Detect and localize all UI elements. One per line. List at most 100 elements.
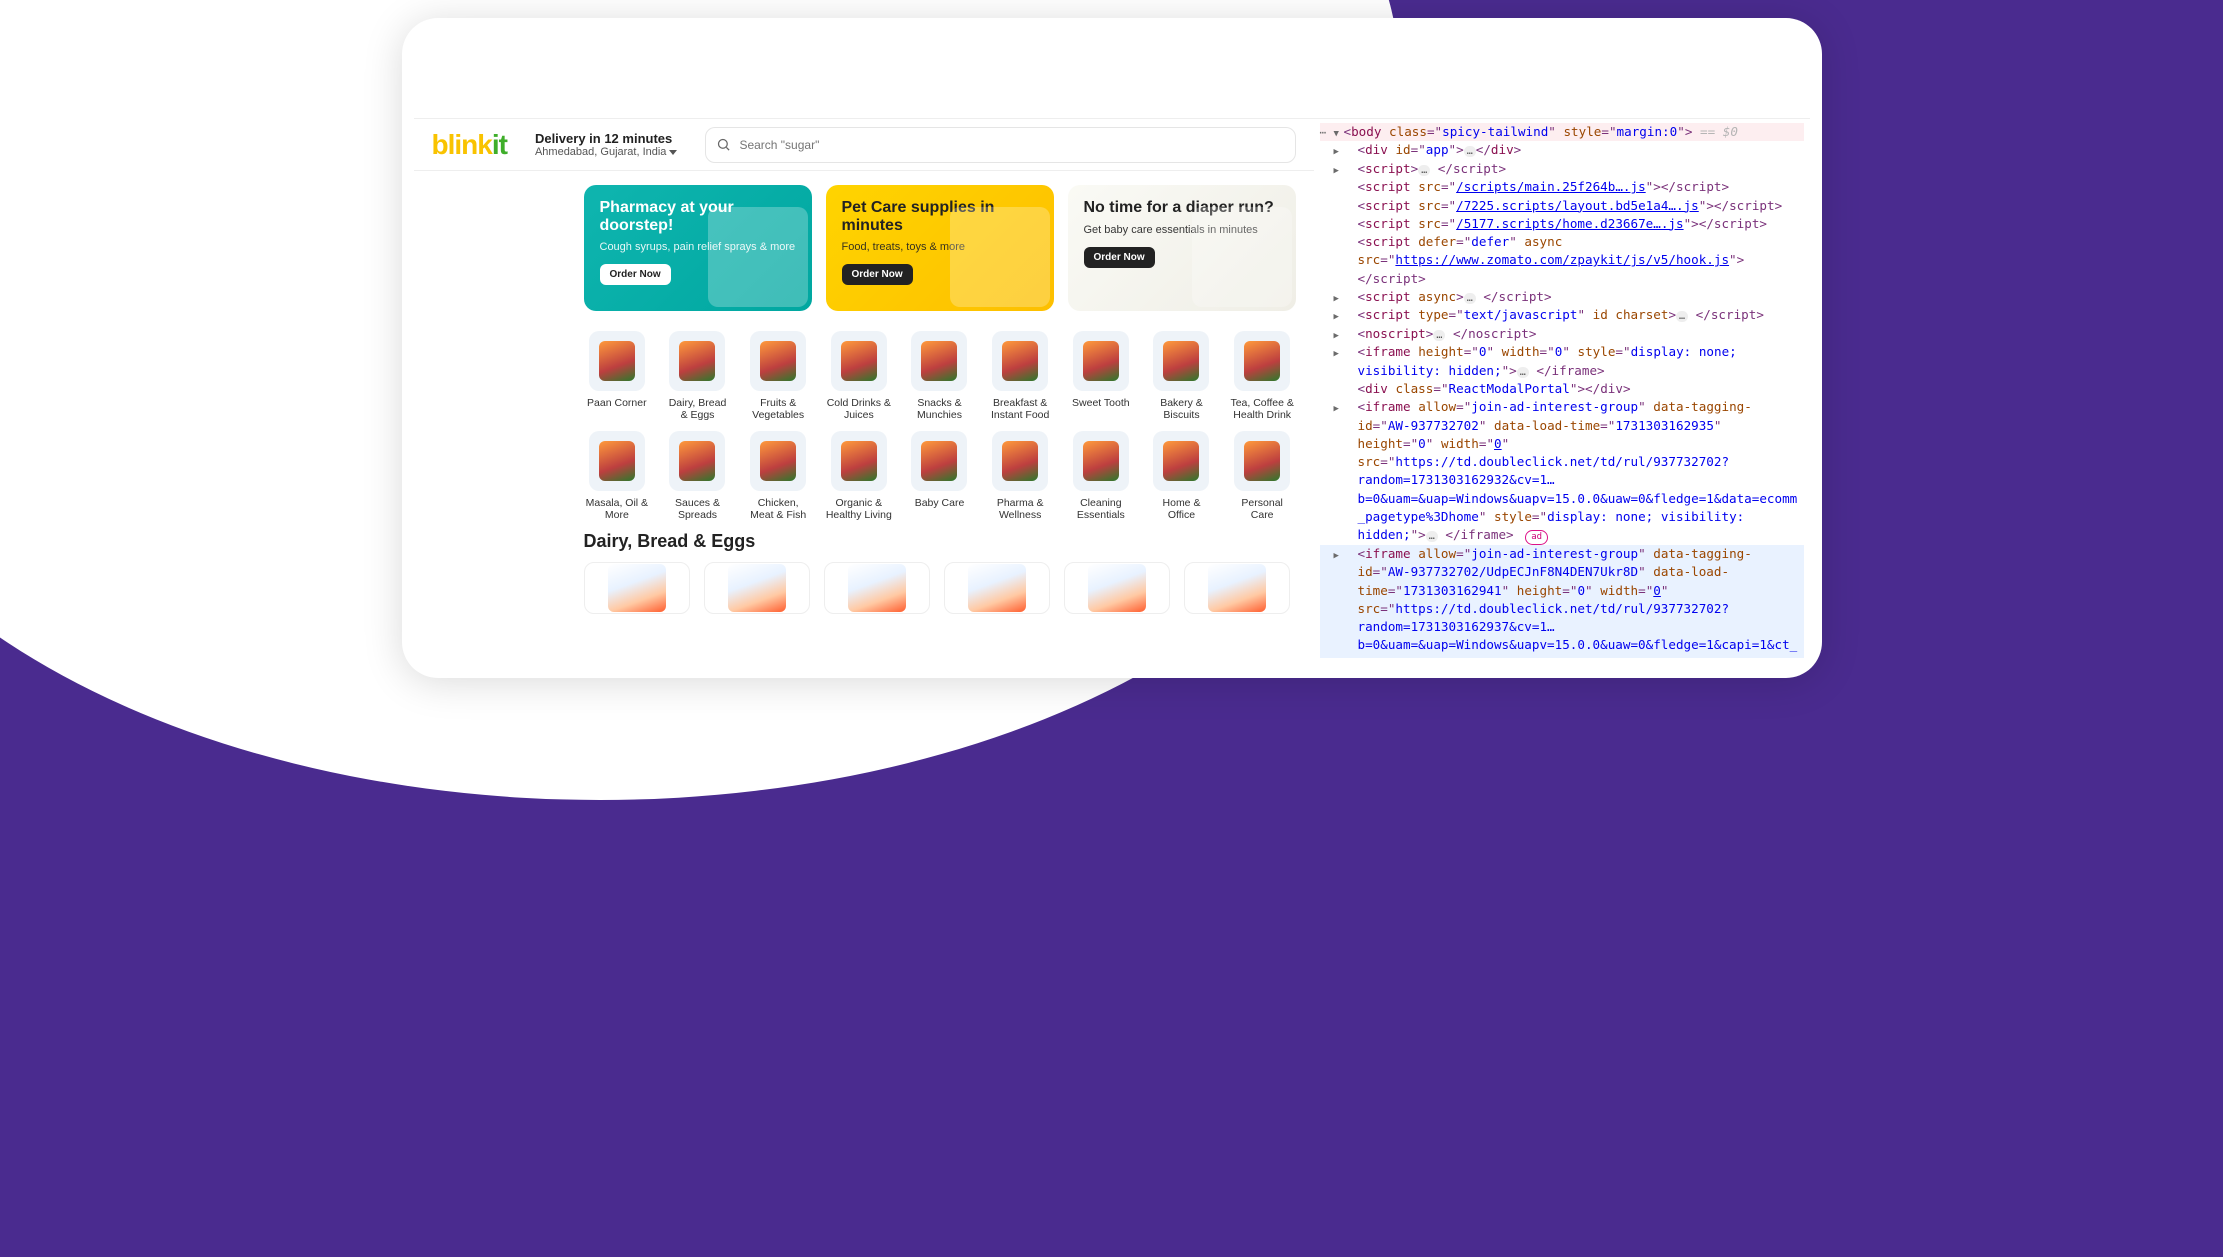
banner-cta[interactable]: Order Now <box>1084 247 1155 268</box>
banner-row: Pharmacy at your doorstep! Cough syrups,… <box>584 185 1296 311</box>
expand-caret-icon[interactable] <box>1334 123 1339 141</box>
category-tile <box>992 331 1048 391</box>
product-card[interactable] <box>1184 562 1290 614</box>
product-image <box>728 564 786 612</box>
category-item[interactable]: Dairy, Bread & Eggs <box>664 331 731 421</box>
category-grid-1: Paan Corner Dairy, Bread & Eggs Fruits & V… <box>584 331 1296 421</box>
category-item[interactable]: Tea, Coffee & Health Drink <box>1229 331 1296 421</box>
devtools-pane[interactable]: ⋯<body class="spicy-tailwind" style="mar… <box>1314 119 1810 658</box>
banner-art <box>708 207 808 307</box>
dom-node-row[interactable]: <iframe allow="join-ad-interest-group" d… <box>1320 545 1804 658</box>
delivery-location: Ahmedabad, Gujarat, India <box>535 146 677 158</box>
product-image <box>1088 564 1146 612</box>
dom-node-row[interactable]: ⋯<body class="spicy-tailwind" style="mar… <box>1320 123 1804 141</box>
ad-badge: ad <box>1525 530 1548 545</box>
banner-pharmacy[interactable]: Pharmacy at your doorstep! Cough syrups,… <box>584 185 812 311</box>
dom-node-row[interactable]: <iframe height="0" width="0" style="disp… <box>1320 343 1804 380</box>
chevron-down-icon <box>669 150 677 155</box>
dom-node-row[interactable]: <script async>… </script> <box>1320 288 1804 307</box>
banner-cta[interactable]: Order Now <box>600 264 671 285</box>
category-label: Paan Corner <box>584 397 651 409</box>
banner-cta[interactable]: Order Now <box>842 264 913 285</box>
category-label: Organic & Healthy Living <box>825 497 892 521</box>
category-item[interactable]: Personal Care <box>1229 431 1296 521</box>
category-item[interactable]: Fruits & Vegetables <box>745 331 812 421</box>
product-row <box>584 562 1296 614</box>
category-tile <box>911 331 967 391</box>
banner-art <box>950 207 1050 307</box>
category-tile <box>750 331 806 391</box>
category-item[interactable]: Pharma & Wellness <box>987 431 1054 521</box>
banner-art <box>1192 207 1292 307</box>
product-image <box>608 564 666 612</box>
dom-node-row[interactable]: <div id="app">…</div> <box>1320 141 1804 160</box>
category-item[interactable]: Masala, Oil & More <box>584 431 651 521</box>
product-image <box>848 564 906 612</box>
category-tile <box>669 331 725 391</box>
delivery-info[interactable]: Delivery in 12 minutes Ahmedabad, Gujara… <box>535 131 677 158</box>
category-image <box>1163 441 1199 481</box>
dom-node-row[interactable]: <script src="/7225.scripts/layout.bd5e1a… <box>1320 197 1804 215</box>
expand-caret-icon[interactable] <box>1334 160 1339 178</box>
category-tile <box>1234 431 1290 491</box>
product-card[interactable] <box>1064 562 1170 614</box>
category-image <box>679 441 715 481</box>
category-tile <box>992 431 1048 491</box>
category-label: Sweet Tooth <box>1067 397 1134 409</box>
dom-node-row[interactable]: <script src="/scripts/main.25f264b….js">… <box>1320 178 1804 196</box>
dom-node-row[interactable]: <script defer="defer" async src="https:/… <box>1320 233 1804 288</box>
expand-caret-icon[interactable] <box>1334 306 1339 324</box>
category-tile <box>1153 431 1209 491</box>
expand-caret-icon[interactable] <box>1334 325 1339 343</box>
expand-caret-icon[interactable] <box>1334 545 1339 563</box>
product-card[interactable] <box>704 562 810 614</box>
category-item[interactable]: Paan Corner <box>584 331 651 421</box>
logo-part-b: it <box>492 129 507 160</box>
more-icon[interactable]: ⋯ <box>1320 125 1327 141</box>
category-label: Snacks & Munchies <box>906 397 973 421</box>
search-input[interactable] <box>739 138 1284 152</box>
logo[interactable]: blinkit <box>432 129 507 161</box>
category-item[interactable]: Cleaning Essentials <box>1067 431 1134 521</box>
dom-node-row[interactable]: <script>… </script> <box>1320 160 1804 179</box>
product-card[interactable] <box>824 562 930 614</box>
search-input-wrap[interactable] <box>705 127 1295 163</box>
category-item[interactable]: Organic & Healthy Living <box>825 431 892 521</box>
category-image <box>679 341 715 381</box>
category-item[interactable]: Breakfast & Instant Food <box>987 331 1054 421</box>
category-label: Fruits & Vegetables <box>745 397 812 421</box>
expand-caret-icon[interactable] <box>1334 398 1339 416</box>
banner-pet[interactable]: Pet Care supplies in minutes Food, treat… <box>826 185 1054 311</box>
category-item[interactable]: Sauces & Spreads <box>664 431 731 521</box>
dom-node-row[interactable]: <script type="text/javascript" id charse… <box>1320 306 1804 325</box>
category-image <box>921 441 957 481</box>
dom-node-row[interactable]: <iframe allow="join-ad-interest-group" d… <box>1320 398 1804 545</box>
category-image <box>841 441 877 481</box>
category-tile <box>831 431 887 491</box>
expand-caret-icon[interactable] <box>1334 288 1339 306</box>
category-image <box>760 341 796 381</box>
category-label: Tea, Coffee & Health Drink <box>1229 397 1296 421</box>
category-label: Cold Drinks & Juices <box>825 397 892 421</box>
category-tile <box>589 331 645 391</box>
category-label: Breakfast & Instant Food <box>987 397 1054 421</box>
category-item[interactable]: Sweet Tooth <box>1067 331 1134 421</box>
delivery-headline: Delivery in 12 minutes <box>535 131 677 146</box>
category-image <box>841 341 877 381</box>
dom-node-row[interactable]: <noscript>… </noscript> <box>1320 325 1804 344</box>
product-card[interactable] <box>944 562 1050 614</box>
banner-baby[interactable]: No time for a diaper run? Get baby care … <box>1068 185 1296 311</box>
dom-node-row[interactable]: <script src="/5177.scripts/home.d23667e…… <box>1320 215 1804 233</box>
category-item[interactable]: Snacks & Munchies <box>906 331 973 421</box>
expand-caret-icon[interactable] <box>1334 141 1339 159</box>
product-card[interactable] <box>584 562 690 614</box>
category-image <box>1002 341 1038 381</box>
category-image <box>1083 441 1119 481</box>
expand-caret-icon[interactable] <box>1334 343 1339 361</box>
category-item[interactable]: Home & Office <box>1148 431 1215 521</box>
dom-node-row[interactable]: <div class="ReactModalPortal"></div> <box>1320 380 1804 398</box>
category-item[interactable]: Cold Drinks & Juices <box>825 331 892 421</box>
category-item[interactable]: Bakery & Biscuits <box>1148 331 1215 421</box>
category-item[interactable]: Chicken, Meat & Fish <box>745 431 812 521</box>
category-item[interactable]: Baby Care <box>906 431 973 521</box>
